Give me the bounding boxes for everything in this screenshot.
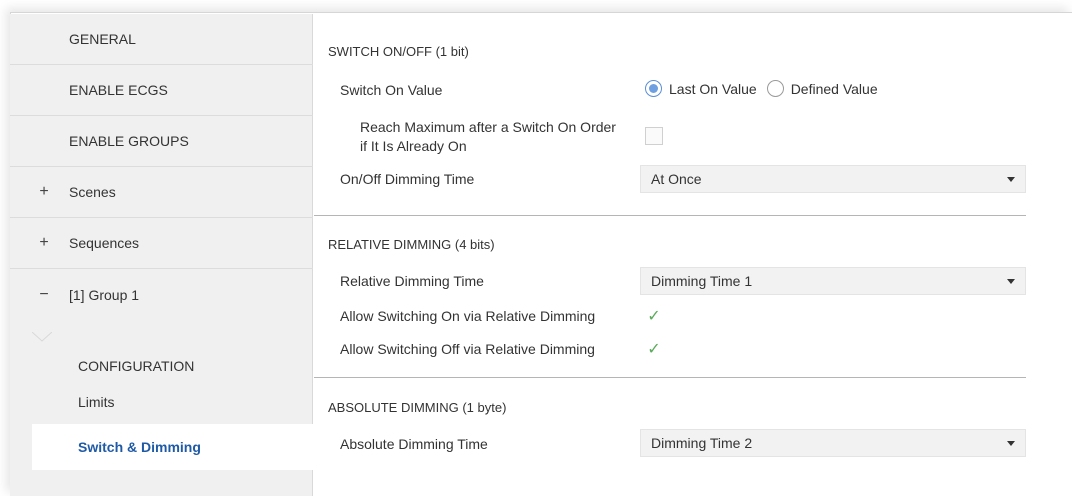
radio-last-on-value[interactable] <box>645 80 662 97</box>
checkmark-icon: ✓ <box>647 341 661 358</box>
sidebar-item-switch-dimming[interactable]: Switch & Dimming <box>32 424 314 470</box>
expand-plus-icon[interactable]: + <box>38 234 50 252</box>
relative-dimming-time-label: Relative Dimming Time <box>340 273 484 289</box>
reach-maximum-label-line2: if It Is Already On <box>360 138 467 154</box>
section-divider <box>314 215 1026 216</box>
reach-maximum-label-line1: Reach Maximum after a Switch On Order <box>360 119 616 135</box>
absolute-dimming-time-value: Dimming Time 2 <box>651 435 753 451</box>
sidebar-item-limits[interactable]: Limits <box>10 380 313 424</box>
chevron-down-icon <box>1007 177 1015 182</box>
reach-maximum-label: Reach Maximum after a Switch On Order if… <box>360 118 638 156</box>
allow-switching-off-checkbox[interactable]: ✓ <box>645 341 663 359</box>
parameters-panel: SWITCH ON/OFF (1 bit) Switch On Value La… <box>314 14 1072 496</box>
onoff-dimming-time-value: At Once <box>651 171 702 187</box>
sidebar-item-label: ENABLE ECGS <box>69 82 168 98</box>
section-title-relative: RELATIVE DIMMING (4 bits) <box>328 237 495 252</box>
section-title-absolute: ABSOLUTE DIMMING (1 byte) <box>328 400 507 415</box>
sidebar-item-label: Sequences <box>69 235 140 251</box>
relative-dimming-time-select[interactable]: Dimming Time 1 <box>640 267 1026 295</box>
section-divider <box>314 377 1026 378</box>
relative-dimming-time-value: Dimming Time 1 <box>651 273 753 289</box>
absolute-dimming-time-select[interactable]: Dimming Time 2 <box>640 429 1026 457</box>
expand-plus-icon[interactable]: + <box>38 183 50 201</box>
radio-last-on-value-label[interactable]: Last On Value <box>669 81 757 97</box>
allow-switching-on-checkbox[interactable]: ✓ <box>645 308 663 326</box>
radio-defined-value[interactable] <box>766 80 784 97</box>
sidebar-item-enable-groups[interactable]: ENABLE GROUPS <box>10 116 313 167</box>
absolute-dimming-time-label: Absolute Dimming Time <box>340 436 488 452</box>
section-title-switch: SWITCH ON/OFF (1 bit) <box>328 44 469 59</box>
sidebar-item-label: Switch & Dimming <box>78 439 201 455</box>
sidebar-item-label: Scenes <box>69 184 116 200</box>
chevron-down-icon <box>1007 441 1015 446</box>
switch-on-value-label: Switch On Value <box>340 82 443 98</box>
checkmark-icon: ✓ <box>647 308 661 325</box>
allow-switching-off-label: Allow Switching Off via Relative Dimming <box>340 341 595 357</box>
sidebar-item-sequences[interactable]: + Sequences <box>10 218 313 269</box>
sidebar-item-label: CONFIGURATION <box>78 357 195 374</box>
reach-maximum-checkbox[interactable] <box>645 127 663 145</box>
collapse-minus-icon[interactable]: − <box>38 286 50 304</box>
chevron-down-icon <box>1007 279 1015 284</box>
sidebar-item-general[interactable]: GENERAL <box>10 14 313 65</box>
sidebar: GENERAL ENABLE ECGS ENABLE GROUPS + Scen… <box>10 14 314 496</box>
sidebar-item-label: ENABLE GROUPS <box>69 133 189 149</box>
sidebar-item-scenes[interactable]: + Scenes <box>10 167 313 218</box>
radio-defined-value-label[interactable]: Defined Value <box>791 81 878 97</box>
sidebar-item-label: GENERAL <box>69 31 136 47</box>
sidebar-item-group-1[interactable]: − [1] Group 1 <box>10 269 313 320</box>
onoff-dimming-time-label: On/Off Dimming Time <box>340 171 475 187</box>
sidebar-item-enable-ecgs[interactable]: ENABLE ECGS <box>10 65 313 116</box>
onoff-dimming-time-select[interactable]: At Once <box>640 165 1026 193</box>
sidebar-item-label: Limits <box>78 394 115 410</box>
sidebar-item-label: [1] Group 1 <box>69 286 140 303</box>
allow-switching-on-label: Allow Switching On via Relative Dimming <box>340 308 596 324</box>
switch-on-value-radio-group: Last On Value Defined Value <box>645 80 888 97</box>
